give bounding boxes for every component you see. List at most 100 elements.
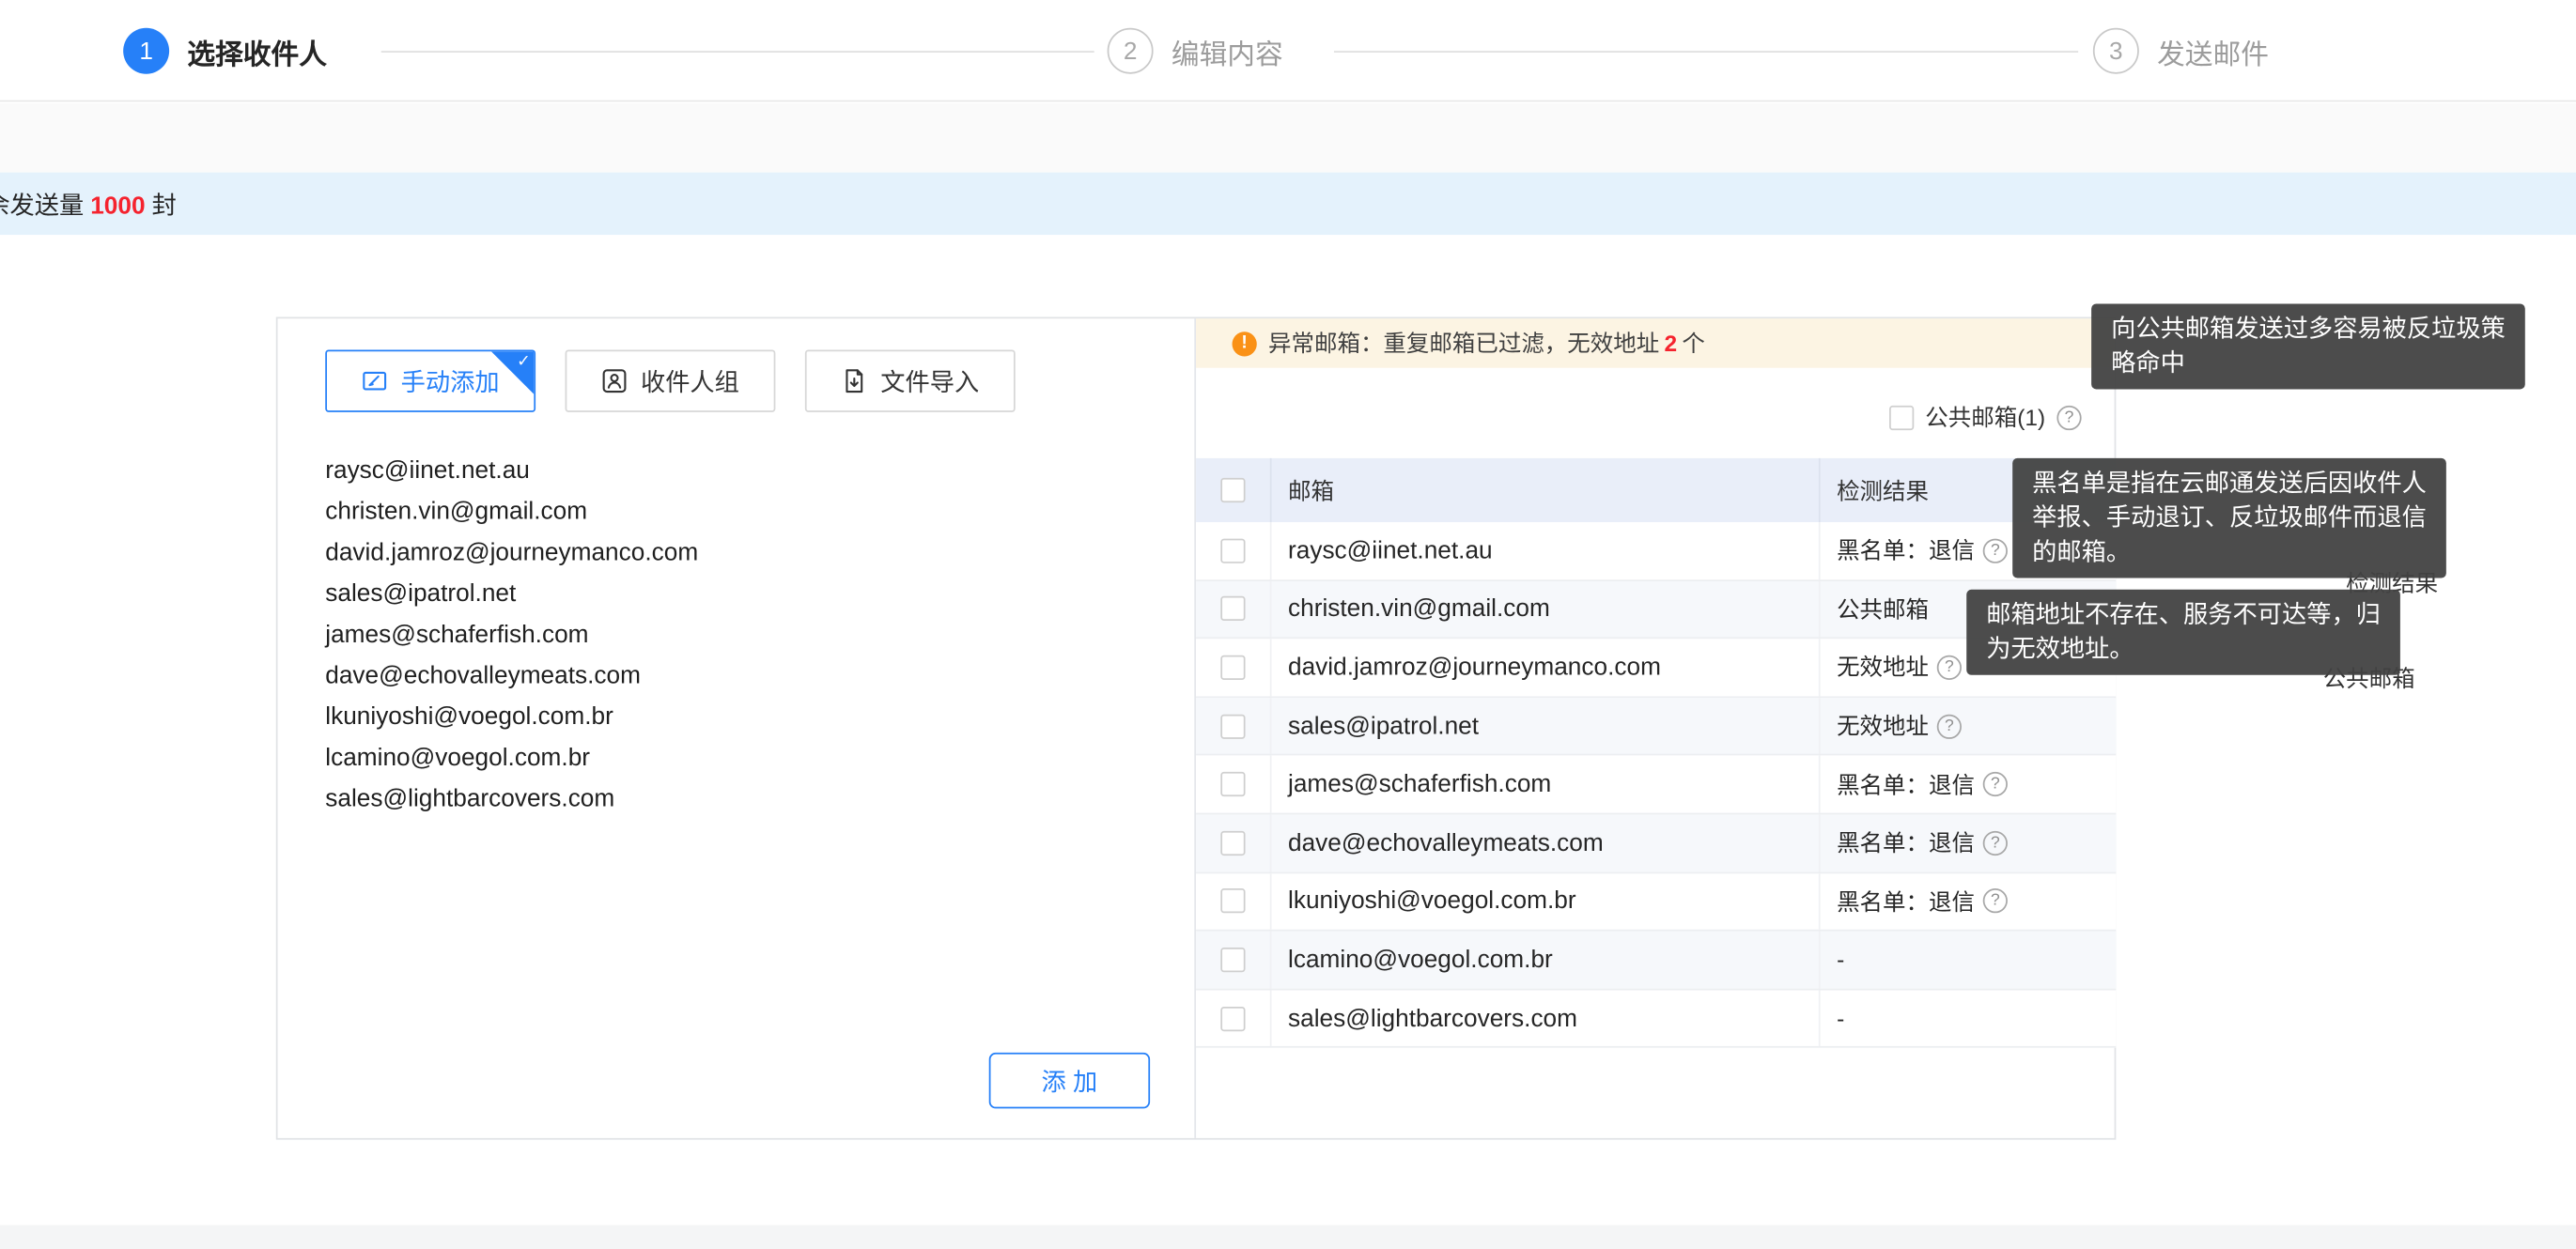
email-line: dave@echovalleymeats.com — [325, 655, 698, 697]
quota-unit: 封 — [152, 192, 177, 220]
recipient-group-icon — [601, 368, 628, 394]
tab-recipient-group[interactable]: 收件人组 — [566, 349, 776, 411]
help-icon[interactable]: ? — [1983, 830, 2008, 855]
tooltip-blacklist: 黑名单是指在云邮通发送后因收件人举报、手动退订、反垃圾邮件而退信的邮箱。 — [2012, 458, 2446, 578]
step-connector — [1334, 51, 2078, 53]
header-check-cell — [1196, 458, 1270, 522]
table-row: sales@ipatrol.net 无效地址? — [1196, 698, 2116, 756]
page: 1 选择收件人 2 编辑内容 3 发送邮件 余发送量1000封 — [0, 0, 2576, 1249]
row-result: 黑名单：退信 — [1837, 826, 1975, 859]
step-edit-content[interactable]: 2 编辑内容 — [1108, 0, 1283, 101]
quota-count: 1000 — [90, 192, 145, 220]
table-row: dave@echovalleymeats.com 黑名单：退信? — [1196, 814, 2116, 872]
row-email: david.jamroz@journeymanco.com — [1270, 640, 1819, 696]
row-email: dave@echovalleymeats.com — [1270, 814, 1819, 871]
row-checkbox[interactable] — [1220, 714, 1245, 738]
step-connector — [381, 51, 1094, 53]
tab-recipient-group-label: 收件人组 — [641, 363, 739, 398]
check-icon: ✓ — [517, 351, 531, 373]
help-icon[interactable]: ? — [2056, 405, 2081, 429]
table-row: lkuniyoshi@voegol.com.br 黑名单：退信? — [1196, 873, 2116, 932]
row-email: james@schaferfish.com — [1270, 756, 1819, 812]
help-icon[interactable]: ? — [1983, 538, 2008, 563]
help-icon[interactable]: ? — [1983, 889, 2008, 914]
row-checkbox[interactable] — [1220, 772, 1245, 796]
email-line: lkuniyoshi@voegol.com.br — [325, 696, 698, 737]
email-line: raysc@iinet.net.au — [325, 450, 698, 491]
row-result: 无效地址 — [1837, 651, 1929, 684]
step-3-number: 3 — [2093, 28, 2139, 74]
table-row: lcamino@voegol.com.br -? — [1196, 932, 2116, 990]
quota-text: 余发送量1000封 — [0, 186, 177, 221]
row-email: sales@ipatrol.net — [1270, 698, 1819, 754]
email-line: christen.vin@gmail.com — [325, 491, 698, 532]
table-row: james@schaferfish.com 黑名单：退信? — [1196, 756, 2116, 814]
tab-file-import-label: 文件导入 — [880, 363, 979, 398]
email-line: sales@ipatrol.net — [325, 573, 698, 614]
add-recipients-pane: 手动添加 ✓ 收件人组 — [278, 318, 1197, 1138]
warning-post: 个 — [1682, 330, 1704, 356]
row-result: 黑名单：退信 — [1837, 885, 1975, 917]
row-checkbox[interactable] — [1220, 830, 1245, 855]
recipients-card: 手动添加 ✓ 收件人组 — [276, 317, 2117, 1140]
bottom-strip — [0, 1226, 2576, 1249]
step-3-label: 发送邮件 — [2157, 30, 2269, 71]
public-mailbox-label: 公共邮箱(1) — [1925, 401, 2045, 434]
file-import-icon — [841, 368, 867, 394]
table-row: sales@lightbarcovers.com -? — [1196, 990, 2116, 1048]
warning-icon: ! — [1233, 331, 1257, 355]
warning-pre: 异常邮箱：重复邮箱已过滤，无效地址 — [1268, 330, 1659, 356]
tooltip-invalid-address: 邮箱地址不存在、服务不可达等，归为无效地址。 — [1966, 590, 2400, 675]
step-1-label: 选择收件人 — [187, 30, 327, 71]
row-result: 黑名单：退信 — [1837, 534, 1975, 567]
quota-banner: 余发送量1000封 — [0, 173, 2576, 235]
header-email: 邮箱 — [1270, 458, 1819, 522]
quota-prefix: 余发送量 — [0, 192, 84, 220]
email-line: sales@lightbarcovers.com — [325, 779, 698, 820]
row-checkbox[interactable] — [1220, 596, 1245, 621]
row-email: lcamino@voegol.com.br — [1270, 932, 1819, 988]
row-email: raysc@iinet.net.au — [1270, 522, 1819, 578]
add-button[interactable]: 添 加 — [989, 1053, 1150, 1108]
tab-file-import[interactable]: 文件导入 — [805, 349, 1016, 411]
row-checkbox[interactable] — [1220, 538, 1245, 563]
step-1-number: 1 — [123, 28, 169, 74]
help-icon[interactable]: ? — [1937, 714, 1962, 738]
email-input-area[interactable]: raysc@iinet.net.au christen.vin@gmail.co… — [325, 450, 698, 819]
manual-add-icon — [362, 368, 388, 394]
row-email: sales@lightbarcovers.com — [1270, 990, 1819, 1046]
step-2-label: 编辑内容 — [1172, 30, 1283, 71]
email-line: lcamino@voegol.com.br — [325, 737, 698, 779]
select-all-checkbox[interactable] — [1220, 478, 1245, 502]
spacer-strip — [0, 103, 2576, 172]
tooltip-public-mailbox: 向公共邮箱发送过多容易被反垃圾策略命中 — [2091, 304, 2525, 390]
table-row: raysc@iinet.net.au 黑名单：退信? — [1196, 522, 2116, 580]
row-result: 公共邮箱 — [1837, 593, 1929, 625]
row-checkbox[interactable] — [1220, 948, 1245, 972]
row-email: lkuniyoshi@voegol.com.br — [1270, 873, 1819, 930]
help-icon[interactable]: ? — [1983, 772, 2008, 796]
table-header: 邮箱 检测结果 — [1196, 458, 2116, 522]
add-method-tabs: 手动添加 ✓ 收件人组 — [325, 349, 1015, 411]
step-send-mail[interactable]: 3 发送邮件 — [2093, 0, 2269, 101]
warning-text: 异常邮箱：重复邮箱已过滤，无效地址2个 — [1268, 327, 1705, 360]
check-results-table: 邮箱 检测结果 raysc@iinet.net.au 黑名单：退信? chris… — [1196, 458, 2116, 1048]
stepper: 1 选择收件人 2 编辑内容 3 发送邮件 — [0, 0, 2576, 101]
row-checkbox[interactable] — [1220, 655, 1245, 680]
public-mailbox-checkbox[interactable] — [1889, 405, 1914, 429]
row-result: - — [1837, 947, 1844, 973]
tab-manual-add-label: 手动添加 — [401, 363, 500, 398]
step-2-number: 2 — [1108, 28, 1154, 74]
email-line: david.jamroz@journeymanco.com — [325, 532, 698, 574]
tab-manual-add[interactable]: 手动添加 ✓ — [325, 349, 535, 411]
public-mailbox-filter: 公共邮箱(1) ? — [1889, 402, 2082, 431]
help-icon[interactable]: ? — [1937, 655, 1962, 680]
step-select-recipients[interactable]: 1 选择收件人 — [123, 0, 327, 101]
warning-banner: ! 异常邮箱：重复邮箱已过滤，无效地址2个 — [1196, 318, 2115, 367]
row-result: 无效地址 — [1837, 710, 1929, 743]
row-result: 黑名单：退信 — [1837, 768, 1975, 801]
row-checkbox[interactable] — [1220, 889, 1245, 914]
row-checkbox[interactable] — [1220, 1006, 1245, 1030]
invalid-count: 2 — [1664, 330, 1677, 356]
email-line: james@schaferfish.com — [325, 614, 698, 655]
